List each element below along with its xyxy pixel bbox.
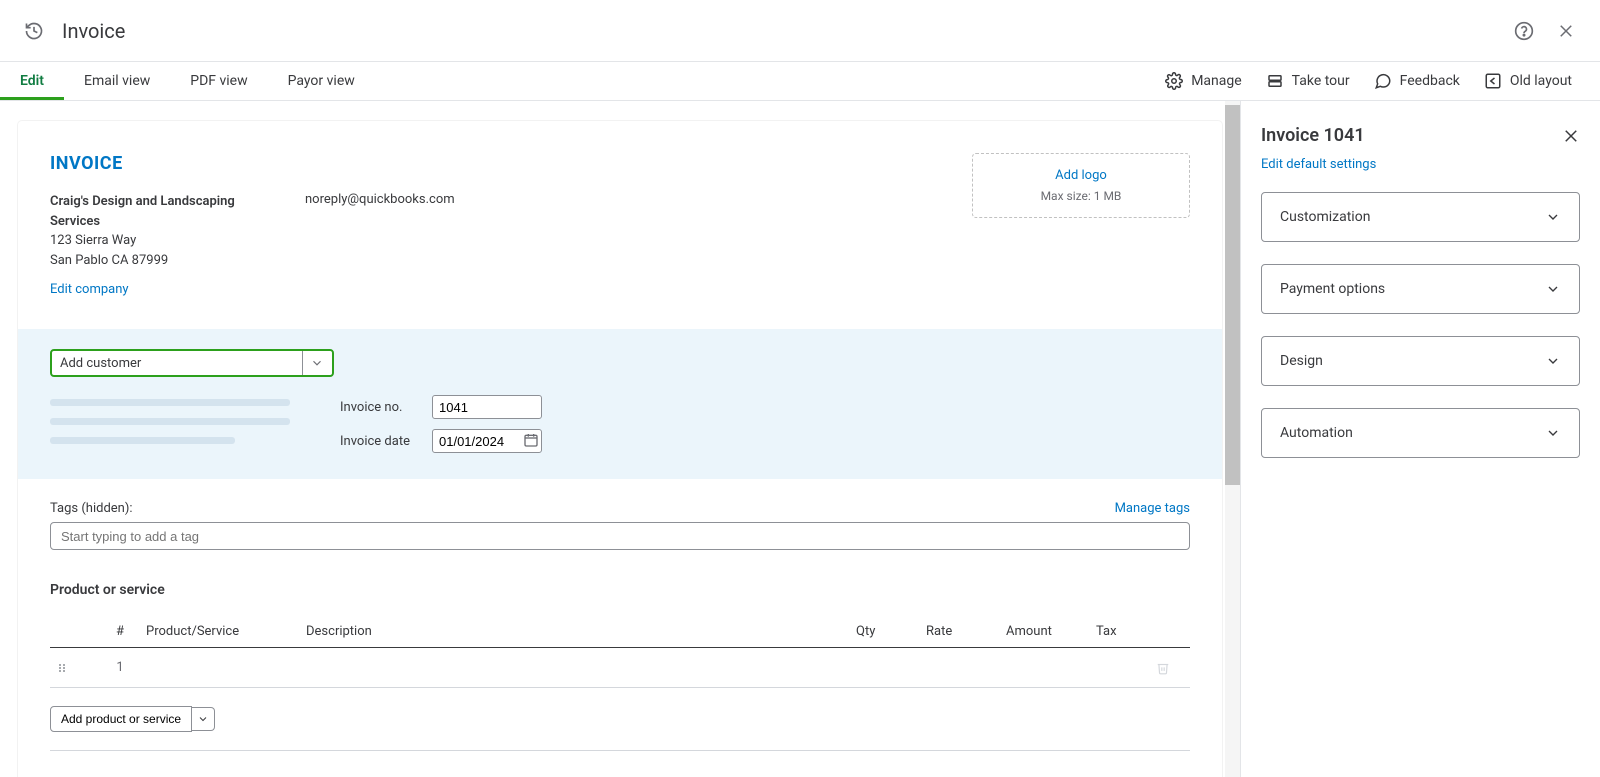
accordion-design[interactable]: Design xyxy=(1261,336,1580,386)
scrollbar-track[interactable] xyxy=(1225,101,1240,777)
add-product-dropdown[interactable] xyxy=(192,707,215,731)
col-rate: Rate xyxy=(920,616,1000,648)
sidebar-close-icon[interactable] xyxy=(1562,127,1580,145)
chevron-down-icon xyxy=(1545,353,1561,369)
accordion-label: Customization xyxy=(1280,209,1370,225)
accordion-payment-options[interactable]: Payment options xyxy=(1261,264,1580,314)
tags-section: Tags (hidden): Manage tags xyxy=(18,479,1222,560)
customer-placeholder: Add customer xyxy=(60,356,302,371)
chevron-down-icon xyxy=(302,351,330,375)
invoice-no-label: Invoice no. xyxy=(340,400,420,415)
drag-handle-icon[interactable] xyxy=(56,662,94,674)
tab-email-view[interactable]: Email view xyxy=(64,62,170,100)
tab-payor-view[interactable]: Payor view xyxy=(268,62,375,100)
invoice-heading: INVOICE xyxy=(50,153,605,174)
company-citystate: San Pablo CA 87999 xyxy=(50,251,245,271)
col-product: Product/Service xyxy=(140,616,300,648)
accordion-automation[interactable]: Automation xyxy=(1261,408,1580,458)
customer-section: Add customer Invoice no. Invoice date xyxy=(18,329,1222,479)
chevron-down-icon xyxy=(1545,281,1561,297)
sidebar-title: Invoice 1041 xyxy=(1261,125,1365,146)
settings-sidebar: Invoice 1041 Edit default settings Custo… xyxy=(1240,101,1600,777)
gear-icon xyxy=(1165,72,1183,90)
invoice-no-input[interactable] xyxy=(432,395,542,419)
col-amount: Amount xyxy=(1000,616,1090,648)
layout-icon xyxy=(1484,72,1502,90)
manage-button[interactable]: Manage xyxy=(1165,72,1241,90)
accordion-label: Automation xyxy=(1280,425,1353,441)
tab-pdf-view[interactable]: PDF view xyxy=(170,62,267,100)
header-bar: Invoice xyxy=(0,0,1600,62)
main-content: INVOICE Craig's Design and Landscaping S… xyxy=(0,101,1240,777)
accordion-label: Payment options xyxy=(1280,281,1385,297)
feedback-icon xyxy=(1374,72,1392,90)
products-table: # Product/Service Description Qty Rate A… xyxy=(50,616,1190,688)
manage-label: Manage xyxy=(1191,73,1241,89)
invoice-date-input[interactable] xyxy=(432,429,542,453)
invoice-date-label: Invoice date xyxy=(340,434,420,449)
table-row[interactable]: 1 xyxy=(50,648,1190,688)
tags-input[interactable] xyxy=(50,522,1190,550)
tab-bar: Edit Email view PDF view Payor view Mana… xyxy=(0,62,1600,101)
tags-label: Tags (hidden): xyxy=(50,501,133,516)
add-product-button[interactable]: Add product or service xyxy=(50,706,192,732)
feedback-label: Feedback xyxy=(1400,73,1460,89)
take-tour-label: Take tour xyxy=(1292,73,1350,89)
delete-row-icon[interactable] xyxy=(1156,661,1184,675)
help-icon[interactable] xyxy=(1510,17,1538,45)
products-section: Product or service # Product/Service Des… xyxy=(18,560,1222,761)
products-title: Product or service xyxy=(50,582,1190,598)
tab-edit[interactable]: Edit xyxy=(0,62,64,100)
company-email: noreply@quickbooks.com xyxy=(305,192,605,270)
tour-icon xyxy=(1266,72,1284,90)
edit-company-link[interactable]: Edit company xyxy=(50,282,129,297)
old-layout-button[interactable]: Old layout xyxy=(1484,72,1572,90)
page-title: Invoice xyxy=(62,19,125,43)
row-number: 1 xyxy=(100,648,140,688)
customer-placeholder-skeleton xyxy=(50,395,290,453)
history-icon[interactable] xyxy=(20,17,48,45)
close-icon[interactable] xyxy=(1552,17,1580,45)
add-logo-label: Add logo xyxy=(1007,168,1155,183)
logo-max-size: Max size: 1 MB xyxy=(1007,189,1155,203)
invoice-panel: INVOICE Craig's Design and Landscaping S… xyxy=(18,121,1222,777)
add-customer-select[interactable]: Add customer xyxy=(50,349,334,377)
chevron-down-icon xyxy=(1545,209,1561,225)
col-qty: Qty xyxy=(850,616,920,648)
accordion-label: Design xyxy=(1280,353,1323,369)
manage-tags-link[interactable]: Manage tags xyxy=(1115,501,1190,516)
old-layout-label: Old layout xyxy=(1510,73,1572,89)
company-address: Craig's Design and Landscaping Services … xyxy=(50,192,245,270)
chevron-down-icon xyxy=(1545,425,1561,441)
company-street: 123 Sierra Way xyxy=(50,231,245,251)
payment-options-row: Customer payment options Edit Subtotal $… xyxy=(18,761,1222,777)
col-num: # xyxy=(100,616,140,648)
take-tour-button[interactable]: Take tour xyxy=(1266,72,1350,90)
feedback-button[interactable]: Feedback xyxy=(1374,72,1460,90)
accordion-customization[interactable]: Customization xyxy=(1261,192,1580,242)
col-description: Description xyxy=(300,616,850,648)
edit-default-settings-link[interactable]: Edit default settings xyxy=(1261,157,1376,172)
company-name: Craig's Design and Landscaping Services xyxy=(50,192,245,231)
add-logo-box[interactable]: Add logo Max size: 1 MB xyxy=(972,153,1190,218)
scrollbar-thumb[interactable] xyxy=(1225,105,1240,485)
col-tax: Tax xyxy=(1090,616,1150,648)
